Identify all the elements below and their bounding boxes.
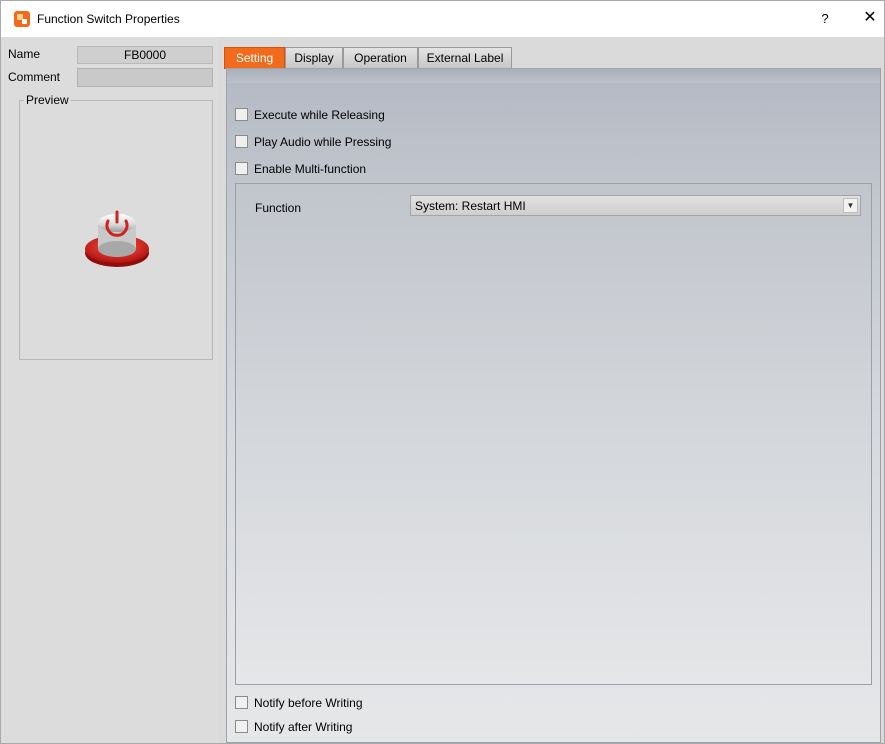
comment-label: Comment (8, 70, 61, 84)
name-label: Name (8, 47, 41, 61)
power-button-icon (85, 210, 149, 267)
name-field[interactable]: FB0000 (77, 46, 213, 64)
checkbox-label: Notify after Writing (254, 720, 353, 734)
help-button[interactable]: ? (817, 9, 833, 29)
title-bar: Function Switch Properties ? ✕ (1, 1, 884, 37)
tab-display[interactable]: Display (285, 47, 343, 69)
app-logo-icon (14, 11, 30, 27)
dialog-window: Function Switch Properties ? ✕ Name FB00… (0, 0, 885, 744)
preview-group: Preview (19, 93, 213, 360)
checkbox-label: Play Audio while Pressing (254, 135, 392, 149)
preview-label: Preview (24, 93, 71, 107)
tab-setting[interactable]: Setting (224, 47, 285, 69)
checkbox-box[interactable] (235, 135, 248, 148)
close-button[interactable]: ✕ (861, 8, 879, 28)
checkbox-label: Notify before Writing (254, 696, 363, 710)
checkbox-box[interactable] (235, 696, 248, 709)
tab-operation[interactable]: Operation (343, 47, 418, 69)
function-selected-value: System: Restart HMI (415, 199, 526, 213)
left-panel: Name FB0000 Comment Preview (1, 37, 219, 743)
checkbox-box[interactable] (235, 162, 248, 175)
checkbox-label: Enable Multi-function (254, 162, 367, 176)
checkbox-box[interactable] (235, 720, 248, 733)
function-group: Function System: Restart HMI ▼ (235, 183, 872, 685)
chevron-down-icon[interactable]: ▼ (843, 198, 858, 213)
panel-header-strip (227, 69, 880, 83)
checkbox-box[interactable] (235, 108, 248, 121)
setting-panel: Execute while Releasing Play Audio while… (226, 68, 881, 743)
window-title: Function Switch Properties (37, 12, 180, 26)
comment-field[interactable] (77, 68, 213, 87)
tab-external-label[interactable]: External Label (418, 47, 512, 69)
function-select[interactable]: System: Restart HMI ▼ (410, 195, 861, 216)
checkbox-label: Execute while Releasing (254, 108, 385, 122)
function-label: Function (255, 201, 302, 215)
